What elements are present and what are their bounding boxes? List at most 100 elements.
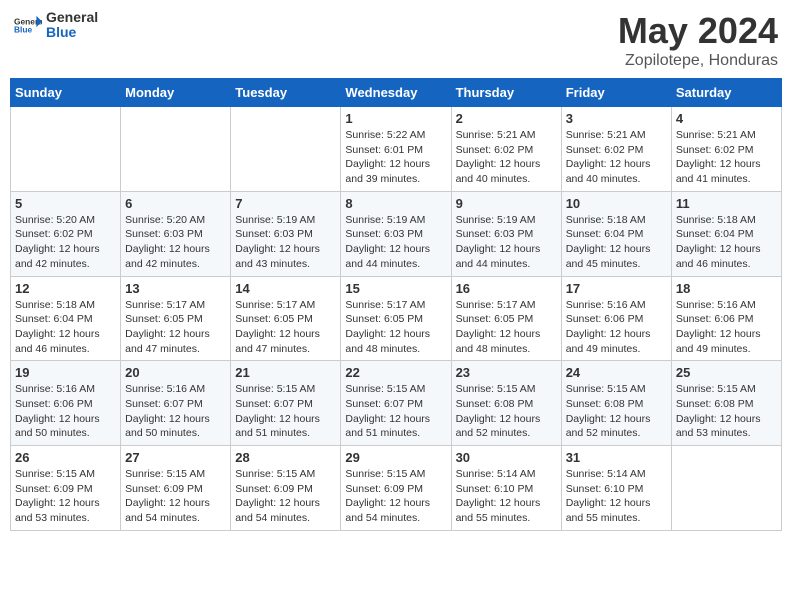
day-number: 25 [676,365,777,380]
day-number: 19 [15,365,116,380]
table-cell: 11Sunrise: 5:18 AMSunset: 6:04 PMDayligh… [671,191,781,276]
table-cell: 10 Sunrise: 5:18 AMSunset: 6:04 PMDayligh… [561,191,671,276]
day-info: Sunrise: 5:17 AMSunset: 6:05 PMDaylight:… [235,298,336,357]
day-info: Sunrise: 5:15 AMSunset: 6:09 PMDaylight:… [345,467,446,526]
day-number: 15 [345,281,446,296]
day-info: Sunrise: 5:20 AMSunset: 6:02 PMDaylight:… [15,213,116,272]
day-info: Sunrise: 5:17 AMSunset: 6:05 PMDaylight:… [456,298,557,357]
calendar-week-1: 1 Sunrise: 5:22 AMSunset: 6:01 PMDaylight… [11,107,782,192]
day-number: 16 [456,281,557,296]
table-cell: 31 Sunrise: 5:14 AMSunset: 6:10 PMDayligh… [561,446,671,531]
table-cell: 15Sunrise: 5:17 AMSunset: 6:05 PMDayligh… [341,276,451,361]
table-cell: 25 Sunrise: 5:15 AMSunset: 6:08 PMDayligh… [671,361,781,446]
table-cell: 4Sunrise: 5:21 AMSunset: 6:02 PMDaylight… [671,107,781,192]
col-tuesday: Tuesday [231,79,341,107]
day-number: 7 [235,196,336,211]
table-cell: 17 Sunrise: 5:16 AMSunset: 6:06 PMDayligh… [561,276,671,361]
table-cell: 21Sunrise: 5:15 AMSunset: 6:07 PMDayligh… [231,361,341,446]
calendar-table: Sunday Monday Tuesday Wednesday Thursday… [10,78,782,531]
day-number: 5 [15,196,116,211]
day-info: Sunrise: 5:16 AMSunset: 6:06 PMDaylight:… [566,298,667,357]
day-number: 26 [15,450,116,465]
day-info: Sunrise: 5:15 AMSunset: 6:09 PMDaylight:… [125,467,226,526]
table-cell [231,107,341,192]
table-cell: 19 Sunrise: 5:16 AMSunset: 6:06 PMDayligh… [11,361,121,446]
table-cell: 5 Sunrise: 5:20 AMSunset: 6:02 PMDaylight… [11,191,121,276]
day-number: 2 [456,111,557,126]
day-number: 27 [125,450,226,465]
table-cell: 16 Sunrise: 5:17 AMSunset: 6:05 PMDayligh… [451,276,561,361]
title-block: May 2024 Zopilotepe, Honduras [618,10,778,70]
table-cell: 23 Sunrise: 5:15 AMSunset: 6:08 PMDayligh… [451,361,561,446]
day-info: Sunrise: 5:21 AMSunset: 6:02 PMDaylight:… [676,128,777,187]
calendar-week-2: 5 Sunrise: 5:20 AMSunset: 6:02 PMDaylight… [11,191,782,276]
day-number: 13 [125,281,226,296]
col-friday: Friday [561,79,671,107]
table-cell: 18Sunrise: 5:16 AMSunset: 6:06 PMDayligh… [671,276,781,361]
col-thursday: Thursday [451,79,561,107]
table-cell: 27 Sunrise: 5:15 AMSunset: 6:09 PMDayligh… [121,446,231,531]
day-info: Sunrise: 5:16 AMSunset: 6:06 PMDaylight:… [676,298,777,357]
day-info: Sunrise: 5:19 AMSunset: 6:03 PMDaylight:… [456,213,557,272]
day-info: Sunrise: 5:15 AMSunset: 6:08 PMDaylight:… [566,382,667,441]
table-cell: 3 Sunrise: 5:21 AMSunset: 6:02 PMDaylight… [561,107,671,192]
day-number: 29 [345,450,446,465]
table-cell: 30 Sunrise: 5:14 AMSunset: 6:10 PMDayligh… [451,446,561,531]
table-cell: 26 Sunrise: 5:15 AMSunset: 6:09 PMDayligh… [11,446,121,531]
day-info: Sunrise: 5:21 AMSunset: 6:02 PMDaylight:… [566,128,667,187]
day-info: Sunrise: 5:14 AMSunset: 6:10 PMDaylight:… [456,467,557,526]
table-cell: 22 Sunrise: 5:15 AMSunset: 6:07 PMDayligh… [341,361,451,446]
table-cell [671,446,781,531]
day-number: 9 [456,196,557,211]
svg-text:Blue: Blue [14,25,32,35]
day-info: Sunrise: 5:14 AMSunset: 6:10 PMDaylight:… [566,467,667,526]
col-wednesday: Wednesday [341,79,451,107]
day-number: 14 [235,281,336,296]
col-sunday: Sunday [11,79,121,107]
logo-icon: General Blue [14,14,42,36]
day-number: 28 [235,450,336,465]
day-number: 8 [345,196,446,211]
day-info: Sunrise: 5:15 AMSunset: 6:09 PMDaylight:… [235,467,336,526]
day-number: 22 [345,365,446,380]
table-cell: 14 Sunrise: 5:17 AMSunset: 6:05 PMDayligh… [231,276,341,361]
logo-blue-text: Blue [46,24,76,40]
day-info: Sunrise: 5:15 AMSunset: 6:07 PMDaylight:… [345,382,446,441]
day-info: Sunrise: 5:16 AMSunset: 6:07 PMDaylight:… [125,382,226,441]
day-number: 10 [566,196,667,211]
day-info: Sunrise: 5:19 AMSunset: 6:03 PMDaylight:… [235,213,336,272]
table-cell [11,107,121,192]
day-info: Sunrise: 5:17 AMSunset: 6:05 PMDaylight:… [125,298,226,357]
day-info: Sunrise: 5:18 AMSunset: 6:04 PMDaylight:… [15,298,116,357]
day-info: Sunrise: 5:15 AMSunset: 6:08 PMDaylight:… [456,382,557,441]
month-title: May 2024 [618,10,778,52]
day-info: Sunrise: 5:15 AMSunset: 6:08 PMDaylight:… [676,382,777,441]
calendar-header-row: Sunday Monday Tuesday Wednesday Thursday… [11,79,782,107]
day-number: 31 [566,450,667,465]
table-cell: 1 Sunrise: 5:22 AMSunset: 6:01 PMDaylight… [341,107,451,192]
day-info: Sunrise: 5:18 AMSunset: 6:04 PMDaylight:… [566,213,667,272]
table-cell [121,107,231,192]
logo: General Blue General Blue [14,10,98,41]
col-saturday: Saturday [671,79,781,107]
day-number: 30 [456,450,557,465]
day-number: 3 [566,111,667,126]
day-info: Sunrise: 5:16 AMSunset: 6:06 PMDaylight:… [15,382,116,441]
logo-general-text: General [46,9,98,25]
day-number: 1 [345,111,446,126]
day-info: Sunrise: 5:19 AMSunset: 6:03 PMDaylight:… [345,213,446,272]
day-number: 23 [456,365,557,380]
table-cell: 29 Sunrise: 5:15 AMSunset: 6:09 PMDayligh… [341,446,451,531]
day-number: 12 [15,281,116,296]
day-info: Sunrise: 5:22 AMSunset: 6:01 PMDaylight:… [345,128,446,187]
day-number: 17 [566,281,667,296]
day-number: 11 [676,196,777,211]
table-cell: 28 Sunrise: 5:15 AMSunset: 6:09 PMDayligh… [231,446,341,531]
day-info: Sunrise: 5:15 AMSunset: 6:07 PMDaylight:… [235,382,336,441]
table-cell: 13 Sunrise: 5:17 AMSunset: 6:05 PMDayligh… [121,276,231,361]
day-info: Sunrise: 5:15 AMSunset: 6:09 PMDaylight:… [15,467,116,526]
table-cell: 24Sunrise: 5:15 AMSunset: 6:08 PMDayligh… [561,361,671,446]
table-cell: 8 Sunrise: 5:19 AMSunset: 6:03 PMDaylight… [341,191,451,276]
day-info: Sunrise: 5:21 AMSunset: 6:02 PMDaylight:… [456,128,557,187]
table-cell: 20Sunrise: 5:16 AMSunset: 6:07 PMDayligh… [121,361,231,446]
